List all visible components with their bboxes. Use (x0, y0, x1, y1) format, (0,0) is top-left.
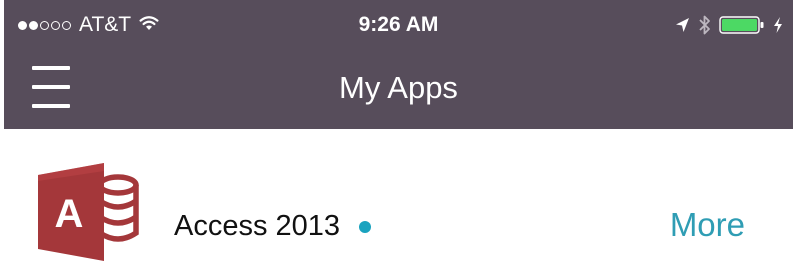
app-name: Access 2013 (174, 210, 341, 242)
list-item[interactable]: A Access 2013 More (0, 129, 793, 267)
location-arrow-icon (674, 16, 690, 34)
access-app-letter: A (55, 192, 84, 236)
battery-icon (719, 16, 765, 34)
bluetooth-icon (698, 14, 711, 36)
new-indicator-dot (359, 221, 371, 233)
page-title: My Apps (339, 70, 458, 105)
more-link[interactable]: More (670, 206, 745, 244)
charging-bolt-icon (773, 16, 783, 34)
status-right (666, 12, 783, 38)
access-app-icon: A (38, 163, 146, 261)
header: AT&T 9:26 AM My Apps (4, 0, 793, 129)
nav-bar: My Apps (4, 50, 793, 129)
status-bar: AT&T 9:26 AM (4, 0, 793, 50)
